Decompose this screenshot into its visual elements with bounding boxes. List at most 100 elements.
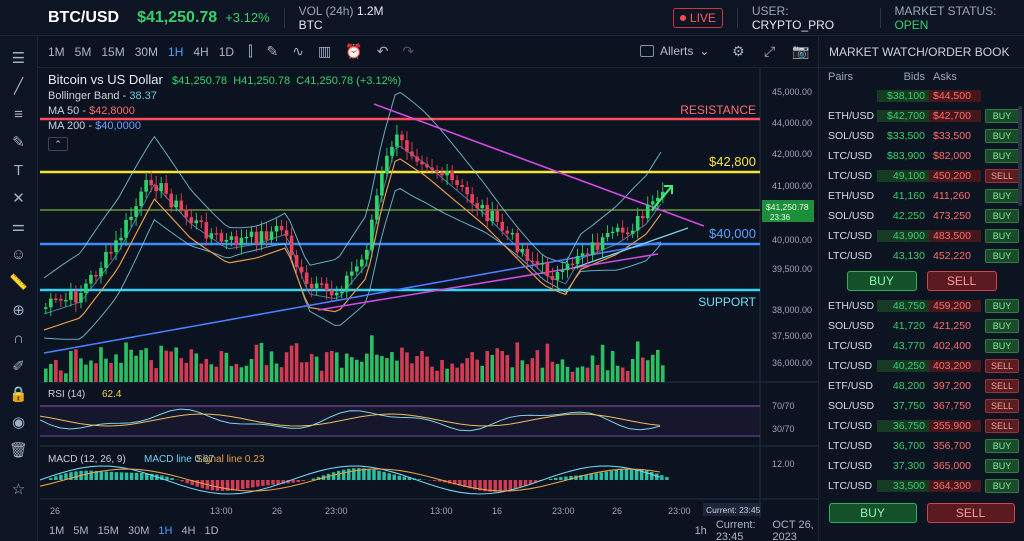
- row-buy-button[interactable]: BUY: [985, 479, 1019, 493]
- order-book-row[interactable]: LTC/USD 37,300 365,000 BUY: [819, 456, 1024, 476]
- fullscreen-icon[interactable]: ⤢: [764, 43, 775, 60]
- row-buy-button[interactable]: BUY: [985, 339, 1019, 353]
- row-buy-button[interactable]: BUY: [985, 229, 1019, 243]
- candle-body: [565, 263, 570, 271]
- pair-name: LTC/USD: [828, 360, 873, 372]
- order-book-row[interactable]: LTC/USD 36,750 355,900 SELL: [819, 416, 1024, 436]
- order-book-row[interactable]: ETH/USD 41,160 411,260 BUY: [819, 186, 1024, 206]
- order-book-row[interactable]: LTC/USD 43,130 452,220 BUY: [819, 246, 1024, 266]
- order-book-row[interactable]: LTC/USD 43,900 483,500 BUY: [819, 226, 1024, 246]
- btf-5m[interactable]: 5M: [73, 525, 88, 537]
- pair-name: LTC/USD: [828, 170, 873, 182]
- ruler-icon[interactable]: 📏: [8, 271, 30, 293]
- text-icon[interactable]: T: [8, 159, 30, 181]
- magnet-icon[interactable]: ∩: [8, 327, 30, 349]
- row-buy-button[interactable]: BUY: [985, 109, 1019, 123]
- tf-15m[interactable]: 15M: [101, 45, 124, 59]
- lock-draw-icon[interactable]: ✐: [8, 355, 30, 377]
- menu-icon[interactable]: ☰: [8, 47, 30, 69]
- order-book-row[interactable]: ETH/USD $42,700 $42,700 BUY: [819, 106, 1024, 126]
- order-book-row[interactable]: LTC/USD 33,500 364,300 BUY: [819, 476, 1024, 496]
- volume-bar: [139, 350, 143, 382]
- pattern-icon[interactable]: ✕: [8, 187, 30, 209]
- scrollbar[interactable]: [1018, 106, 1022, 206]
- collapse-legend-button[interactable]: ⌃: [48, 137, 68, 151]
- btf-30m[interactable]: 30M: [128, 525, 149, 537]
- ask-value: 421,250: [933, 320, 971, 332]
- btf-1d[interactable]: 1D: [205, 525, 219, 537]
- sell-button[interactable]: SELL: [926, 271, 997, 291]
- volume-bar: [334, 352, 339, 382]
- order-book-row[interactable]: SOL/USD 37,750 367,750 SELL: [819, 396, 1024, 416]
- indicators-icon[interactable]: ▥: [318, 43, 331, 60]
- row-sell-button[interactable]: SELL: [985, 399, 1019, 413]
- volume-bar: [515, 342, 520, 382]
- candle-body: [169, 193, 174, 208]
- row-buy-button[interactable]: BUY: [985, 299, 1019, 313]
- trash-icon[interactable]: 🗑: [8, 439, 30, 461]
- row-buy-button[interactable]: BUY: [985, 189, 1019, 203]
- gear-icon[interactable]: ⚙: [732, 43, 745, 60]
- draw-pen-icon[interactable]: ✎: [267, 43, 279, 60]
- candle-type-icon[interactable]: ⫿: [248, 43, 252, 60]
- volume-bar: [174, 347, 179, 382]
- row-buy-button[interactable]: BUY: [985, 249, 1019, 263]
- tf-30m[interactable]: 30M: [135, 45, 158, 59]
- order-book-row[interactable]: LTC/USD 49,100 450,200 SELL: [819, 166, 1024, 186]
- order-book-row[interactable]: LTC/USD $83,900 $82,000 BUY: [819, 146, 1024, 166]
- row-buy-button[interactable]: BUY: [985, 129, 1019, 143]
- emoji-icon[interactable]: ☺: [8, 243, 30, 265]
- zoom-icon[interactable]: ⊕: [8, 299, 30, 321]
- candle-body: [279, 226, 284, 231]
- tf-5m[interactable]: 5M: [75, 45, 92, 59]
- fib-lines-icon[interactable]: ≡: [8, 103, 30, 125]
- volume-bar: [344, 353, 349, 382]
- chart-area[interactable]: 45,000.00 44,000.00 42,000.00 41,000.00 40,0…: [39, 68, 818, 518]
- row-buy-button[interactable]: BUY: [985, 459, 1019, 473]
- tf-4h[interactable]: 4H: [193, 45, 208, 59]
- row-sell-button[interactable]: SELL: [985, 379, 1019, 393]
- alerts-checkbox[interactable]: [640, 45, 654, 57]
- order-book-row[interactable]: LTC/USD 40,250 403,200 SELL: [819, 356, 1024, 376]
- btf-15m[interactable]: 15M: [98, 525, 119, 537]
- sell-button-bottom[interactable]: SELL: [926, 503, 1015, 523]
- row-buy-button[interactable]: BUY: [985, 209, 1019, 223]
- row-buy-button[interactable]: BUY: [985, 439, 1019, 453]
- user[interactable]: USER: CRYPTO_PRO: [752, 4, 866, 32]
- order-book-row[interactable]: LTC/USD 36,700 356,700 BUY: [819, 436, 1024, 456]
- brush-icon[interactable]: ✎: [8, 131, 30, 153]
- btf-1m[interactable]: 1M: [49, 525, 64, 537]
- order-book-row[interactable]: SOL/USD $33,500 $33,500 BUY: [819, 126, 1024, 146]
- undo-icon[interactable]: ↶: [377, 43, 389, 60]
- row-sell-button[interactable]: SELL: [985, 359, 1019, 373]
- buy-button[interactable]: BUY: [846, 271, 917, 291]
- btf-4h[interactable]: 4H: [181, 525, 195, 537]
- row-buy-button[interactable]: BUY: [985, 319, 1019, 333]
- line-chart-icon[interactable]: ∿: [292, 43, 304, 60]
- btf-1h[interactable]: 1H: [158, 525, 172, 537]
- lock-icon[interactable]: 🔒: [8, 383, 30, 405]
- row-buy-button[interactable]: BUY: [985, 149, 1019, 163]
- tf-1d[interactable]: 1D: [219, 45, 234, 59]
- redo-icon[interactable]: ↷: [402, 43, 414, 60]
- ask-value: $44,500: [929, 90, 981, 102]
- sliders-icon[interactable]: ⚌: [8, 215, 30, 237]
- order-book-row[interactable]: ETH/USD 48,750 459,200 BUY: [819, 296, 1024, 316]
- camera-icon[interactable]: 📷: [792, 43, 809, 60]
- row-sell-button[interactable]: SELL: [985, 169, 1019, 183]
- tf-1h[interactable]: 1H: [168, 45, 183, 59]
- tf-1m[interactable]: 1M: [48, 45, 65, 59]
- symbol[interactable]: BTC/USD: [48, 9, 119, 27]
- trendline-icon[interactable]: ╱: [8, 75, 30, 97]
- volume-label: VOL (24h): [298, 3, 354, 18]
- buy-button-bottom[interactable]: BUY: [828, 503, 917, 523]
- alerts-dropdown[interactable]: Allerts ⌄: [640, 44, 709, 58]
- order-book-row[interactable]: SOL/USD 42,250 473,250 BUY: [819, 206, 1024, 226]
- eye-icon[interactable]: ◉: [8, 411, 30, 433]
- order-book-row[interactable]: SOL/USD 41,720 421,250 BUY: [819, 316, 1024, 336]
- order-book-row[interactable]: LTC/USD 43,770 402,400 BUY: [819, 336, 1024, 356]
- order-book-row[interactable]: ETF/USD 48,200 397,200 SELL: [819, 376, 1024, 396]
- row-sell-button[interactable]: SELL: [985, 419, 1019, 433]
- alarm-icon[interactable]: ⏰: [345, 43, 362, 60]
- star-icon[interactable]: ☆: [8, 478, 30, 500]
